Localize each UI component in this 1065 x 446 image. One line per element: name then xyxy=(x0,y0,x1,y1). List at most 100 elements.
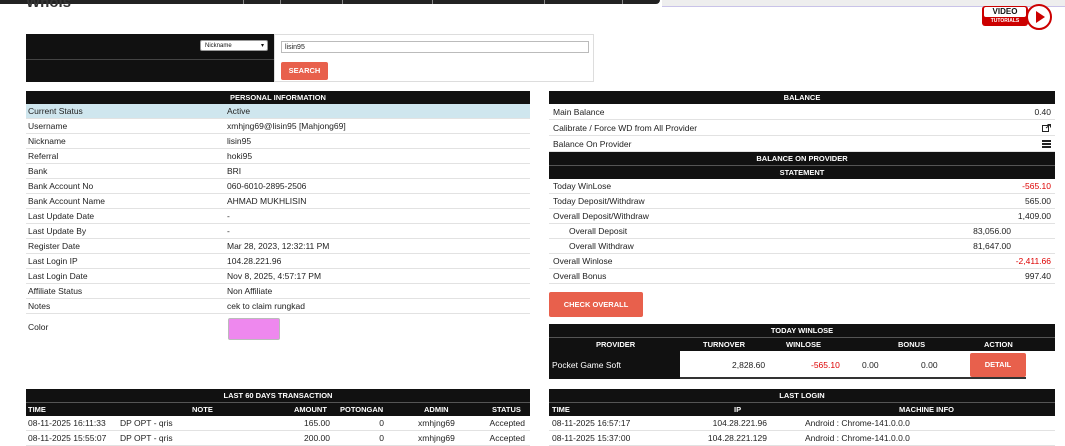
video-tutorials-icon: VIDEO TUTORIALS xyxy=(982,6,1028,26)
info-label: Last Update Date xyxy=(28,211,95,221)
info-row: Username xmhjng69@lisin95 [Mahjong69] xyxy=(26,119,530,134)
col-amount: AMOUNT xyxy=(294,405,327,414)
col-machine-info: MACHINE INFO xyxy=(899,405,954,414)
statement-value: -2,411.66 xyxy=(1015,256,1051,266)
info-row: Referral hoki95 xyxy=(26,149,530,164)
login-row: 08-11-2025 15:37:00 104.28.221.129 Android… xyxy=(549,431,1055,446)
main-balance-label: Main Balance xyxy=(553,107,605,117)
info-label: Last Login Date xyxy=(28,271,88,281)
check-overall-button[interactable]: CHECK OVERALL xyxy=(549,292,643,317)
statement-value: 83,056.00 xyxy=(973,226,1011,236)
video-tutorials-button[interactable]: VIDEO TUTORIALS xyxy=(982,4,1052,30)
info-value: 060-6010-2895-2506 xyxy=(227,181,307,191)
login-time: 08-11-2025 16:57:17 xyxy=(552,418,631,428)
personal-information-panel: PERSONAL INFORMATION Current Status Activ… xyxy=(26,91,530,343)
transaction-row[interactable]: 08-11-2025 16:11:33 DP OPT - qris 165.00 0 x… xyxy=(26,416,530,431)
login-ip: 104.28.221.129 xyxy=(707,433,767,443)
statement-label: Overall Winlose xyxy=(553,256,613,266)
winlose-turnover: 2,828.60 xyxy=(732,360,766,370)
info-label: Last Login IP xyxy=(28,256,78,266)
statement-value: 565.00 xyxy=(1025,196,1051,206)
statement-label: Today WinLose xyxy=(553,181,612,191)
statement-header: STATEMENT xyxy=(549,166,1055,179)
search-button[interactable]: SEARCH xyxy=(281,62,328,80)
statement-row: Today Deposit/Withdraw 565.00 xyxy=(549,194,1055,209)
col-provider: PROVIDER xyxy=(596,340,636,349)
balance-on-provider-header: BALANCE ON PROVIDER xyxy=(549,152,1055,166)
info-value: - xyxy=(227,226,230,236)
col-turnover: TURNOVER xyxy=(703,340,746,349)
col-time: TIME xyxy=(28,405,46,414)
main-balance-row: Main Balance 0.40 xyxy=(549,104,1055,120)
search-type-select[interactable]: Nickname ▾ xyxy=(200,40,268,51)
winlose-bonus: 0.00 xyxy=(862,360,879,370)
col-admin: ADMIN xyxy=(424,405,449,414)
info-row: Last Login Date Nov 8, 2025, 4:57:17 PM xyxy=(26,269,530,284)
info-value: - xyxy=(227,211,230,221)
personal-information-header: PERSONAL INFORMATION xyxy=(26,91,530,104)
tx-potongan: 0 xyxy=(379,418,384,428)
calibrate-label: Calibrate / Force WD from All Provider xyxy=(553,123,698,133)
color-label: Color xyxy=(28,322,49,332)
info-row: Notes cek to claim rungkad xyxy=(26,299,530,314)
search-input[interactable]: lisin95 xyxy=(281,41,589,53)
info-label: Register Date xyxy=(28,241,80,251)
info-label: Bank Account No xyxy=(28,181,94,191)
info-value: Mar 28, 2023, 12:32:11 PM xyxy=(227,241,330,251)
transactions-column-headers: TIME NOTE AMOUNT POTONGAN ADMIN STATUS xyxy=(26,403,530,416)
info-value: hoki95 xyxy=(227,151,253,161)
login-row: 08-11-2025 16:57:17 104.28.221.96 Android … xyxy=(549,416,1055,431)
statement-row: Overall Bonus 997.40 xyxy=(549,269,1055,284)
info-value: Active xyxy=(227,106,251,116)
info-label: Notes xyxy=(28,301,51,311)
info-label: Affiliate Status xyxy=(28,286,83,296)
tx-admin: xmhjng69 xyxy=(418,433,455,443)
tx-admin: xmhjng69 xyxy=(418,418,455,428)
search-panel: Nickname ▾ lisin95 SEARCH xyxy=(26,34,594,82)
transaction-row[interactable]: 08-11-2025 15:55:07 DP OPT - qris 200.00 0 x… xyxy=(26,431,530,446)
today-winlose-panel: TODAY WINLOSE PROVIDER TURNOVER WINLOSE … xyxy=(549,324,1055,379)
info-label: Bank xyxy=(28,166,48,176)
statement-row: Overall Winlose -2,411.66 xyxy=(549,254,1055,269)
list-icon[interactable] xyxy=(1042,140,1051,148)
today-winlose-header: TODAY WINLOSE xyxy=(549,324,1055,338)
login-machine: Android : Chrome-141.0.0.0 xyxy=(805,433,910,443)
statement-row: Today WinLose -565.10 xyxy=(549,179,1055,194)
balance-panel: BALANCE Main Balance 0.40 Calibrate / Fo… xyxy=(549,91,1055,284)
statement-value: 1,409.00 xyxy=(1017,211,1051,221)
info-row: Affiliate Status Non Affiliate xyxy=(26,284,530,299)
top-nav-strip[interactable] xyxy=(0,0,660,4)
winlose-row: Pocket Game Soft 2,828.60 -565.10 0.00 0… xyxy=(549,351,1055,379)
chevron-down-icon: ▾ xyxy=(260,43,264,49)
info-label: Bank Account Name xyxy=(28,196,106,206)
col-winlose: WINLOSE xyxy=(786,340,821,349)
tx-status: Accepted xyxy=(489,418,525,428)
statement-label: Overall Withdraw xyxy=(569,241,634,251)
col-potongan: POTONGAN xyxy=(340,405,384,414)
info-value: Nov 8, 2025, 4:57:17 PM xyxy=(227,271,322,281)
calibrate-row: Calibrate / Force WD from All Provider xyxy=(549,120,1055,136)
info-value: AHMAD MUKHLISIN xyxy=(227,196,307,206)
tx-amount: 165.00 xyxy=(304,418,330,428)
search-input-area: lisin95 SEARCH xyxy=(274,34,594,82)
tx-status: Accepted xyxy=(489,433,525,443)
winlose-bonus-2: 0.00 xyxy=(921,360,938,370)
statement-label: Overall Deposit xyxy=(569,226,628,236)
balance-on-provider-label: Balance On Provider xyxy=(553,139,632,149)
statement-row: Overall Deposit 83,056.00 xyxy=(549,224,1055,239)
external-link-icon[interactable] xyxy=(1042,124,1051,132)
last-login-panel: LAST LOGIN TIME IP MACHINE INFO 08-11-20… xyxy=(549,389,1055,446)
divider xyxy=(26,59,274,60)
tx-amount: 200.00 xyxy=(304,433,330,443)
detail-button[interactable]: DETAIL xyxy=(970,353,1026,377)
color-swatch[interactable] xyxy=(228,318,280,340)
col-login-time: TIME xyxy=(552,405,570,414)
search-type-value: Nickname xyxy=(205,43,232,49)
tx-potongan: 0 xyxy=(379,433,384,443)
statement-value: 997.40 xyxy=(1025,271,1051,281)
col-status: STATUS xyxy=(492,405,521,414)
statement-value: 81,647.00 xyxy=(973,241,1011,251)
statement-label: Overall Bonus xyxy=(553,271,607,281)
statement-row: Overall Withdraw 81,647.00 xyxy=(549,239,1055,254)
col-action: ACTION xyxy=(984,340,1013,349)
